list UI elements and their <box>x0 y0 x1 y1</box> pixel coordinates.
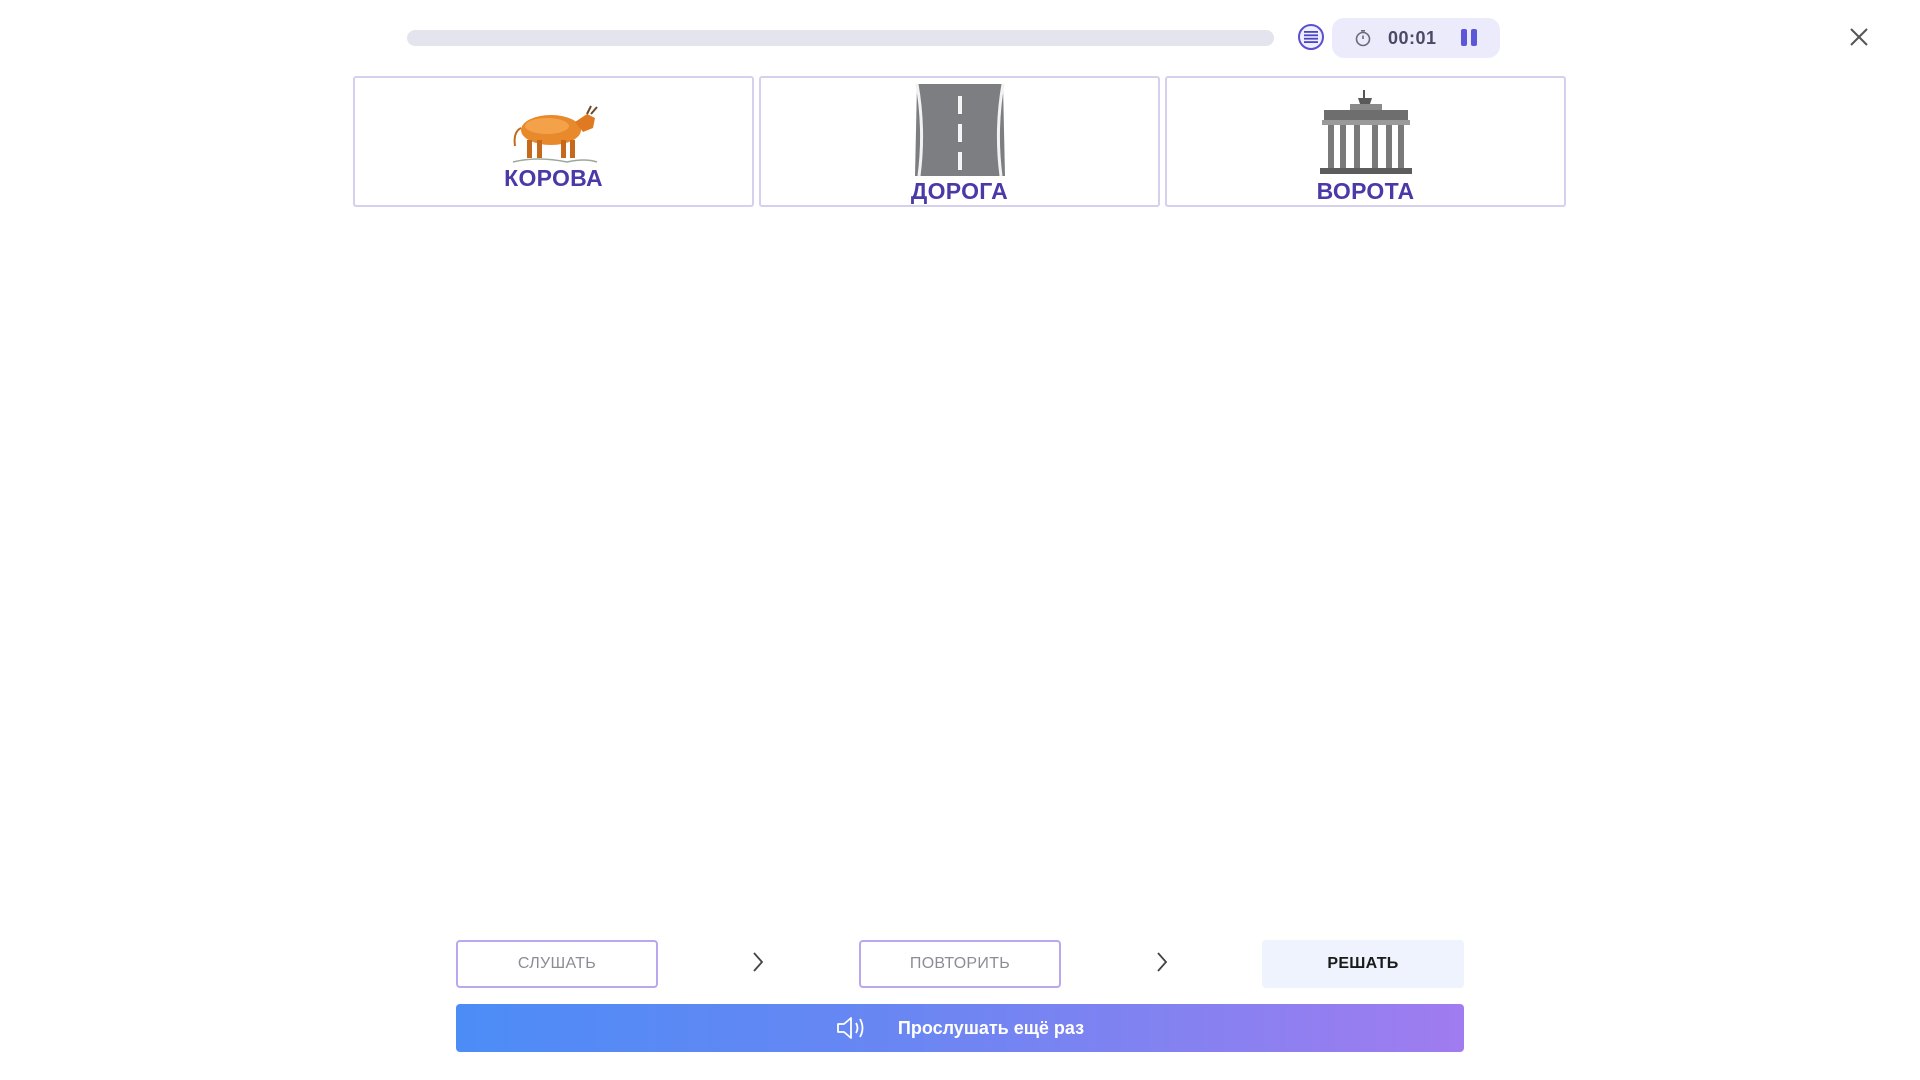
chevron-right-icon <box>753 952 764 972</box>
speaker-icon <box>837 1017 864 1039</box>
word-card-gate[interactable]: ВОРОТА <box>1165 76 1566 207</box>
close-icon <box>1850 28 1868 46</box>
replay-audio-button[interactable]: Прослушать ещё раз <box>456 1004 1464 1052</box>
progress-bar <box>407 30 1274 46</box>
gate-image <box>1319 90 1412 174</box>
chevron-right-icon <box>1157 952 1168 972</box>
list-menu-button[interactable] <box>1298 24 1324 50</box>
close-button[interactable] <box>1846 24 1872 50</box>
replay-audio-label: Прослушать ещё раз <box>897 1017 1085 1038</box>
card-label-gate: ВОРОТА <box>1316 178 1415 204</box>
pause-button[interactable] <box>1457 28 1481 48</box>
card-label-cow: КОРОВА <box>504 165 603 191</box>
step-listen-button[interactable]: СЛУШАТЬ <box>456 940 658 988</box>
word-card-road[interactable]: ДОРОГА <box>759 76 1160 207</box>
cow-image <box>512 105 598 163</box>
exercise-page: 00:01 КОРОВА ДОРОГА ВОРОТА СЛУШАТЬ ПОВТО… <box>0 0 1920 1080</box>
word-card-cow[interactable]: КОРОВА <box>353 76 754 207</box>
road-image <box>914 84 1005 176</box>
pause-icon <box>1461 29 1467 46</box>
timer: 00:01 <box>1332 18 1500 58</box>
timer-value: 00:01 <box>1388 28 1437 48</box>
stopwatch-icon <box>1355 29 1371 47</box>
step-repeat-button[interactable]: ПОВТОРИТЬ <box>859 940 1061 988</box>
list-icon <box>1304 31 1318 43</box>
card-label-road: ДОРОГА <box>910 178 1009 204</box>
step-solve-button[interactable]: РЕШАТЬ <box>1262 940 1464 988</box>
